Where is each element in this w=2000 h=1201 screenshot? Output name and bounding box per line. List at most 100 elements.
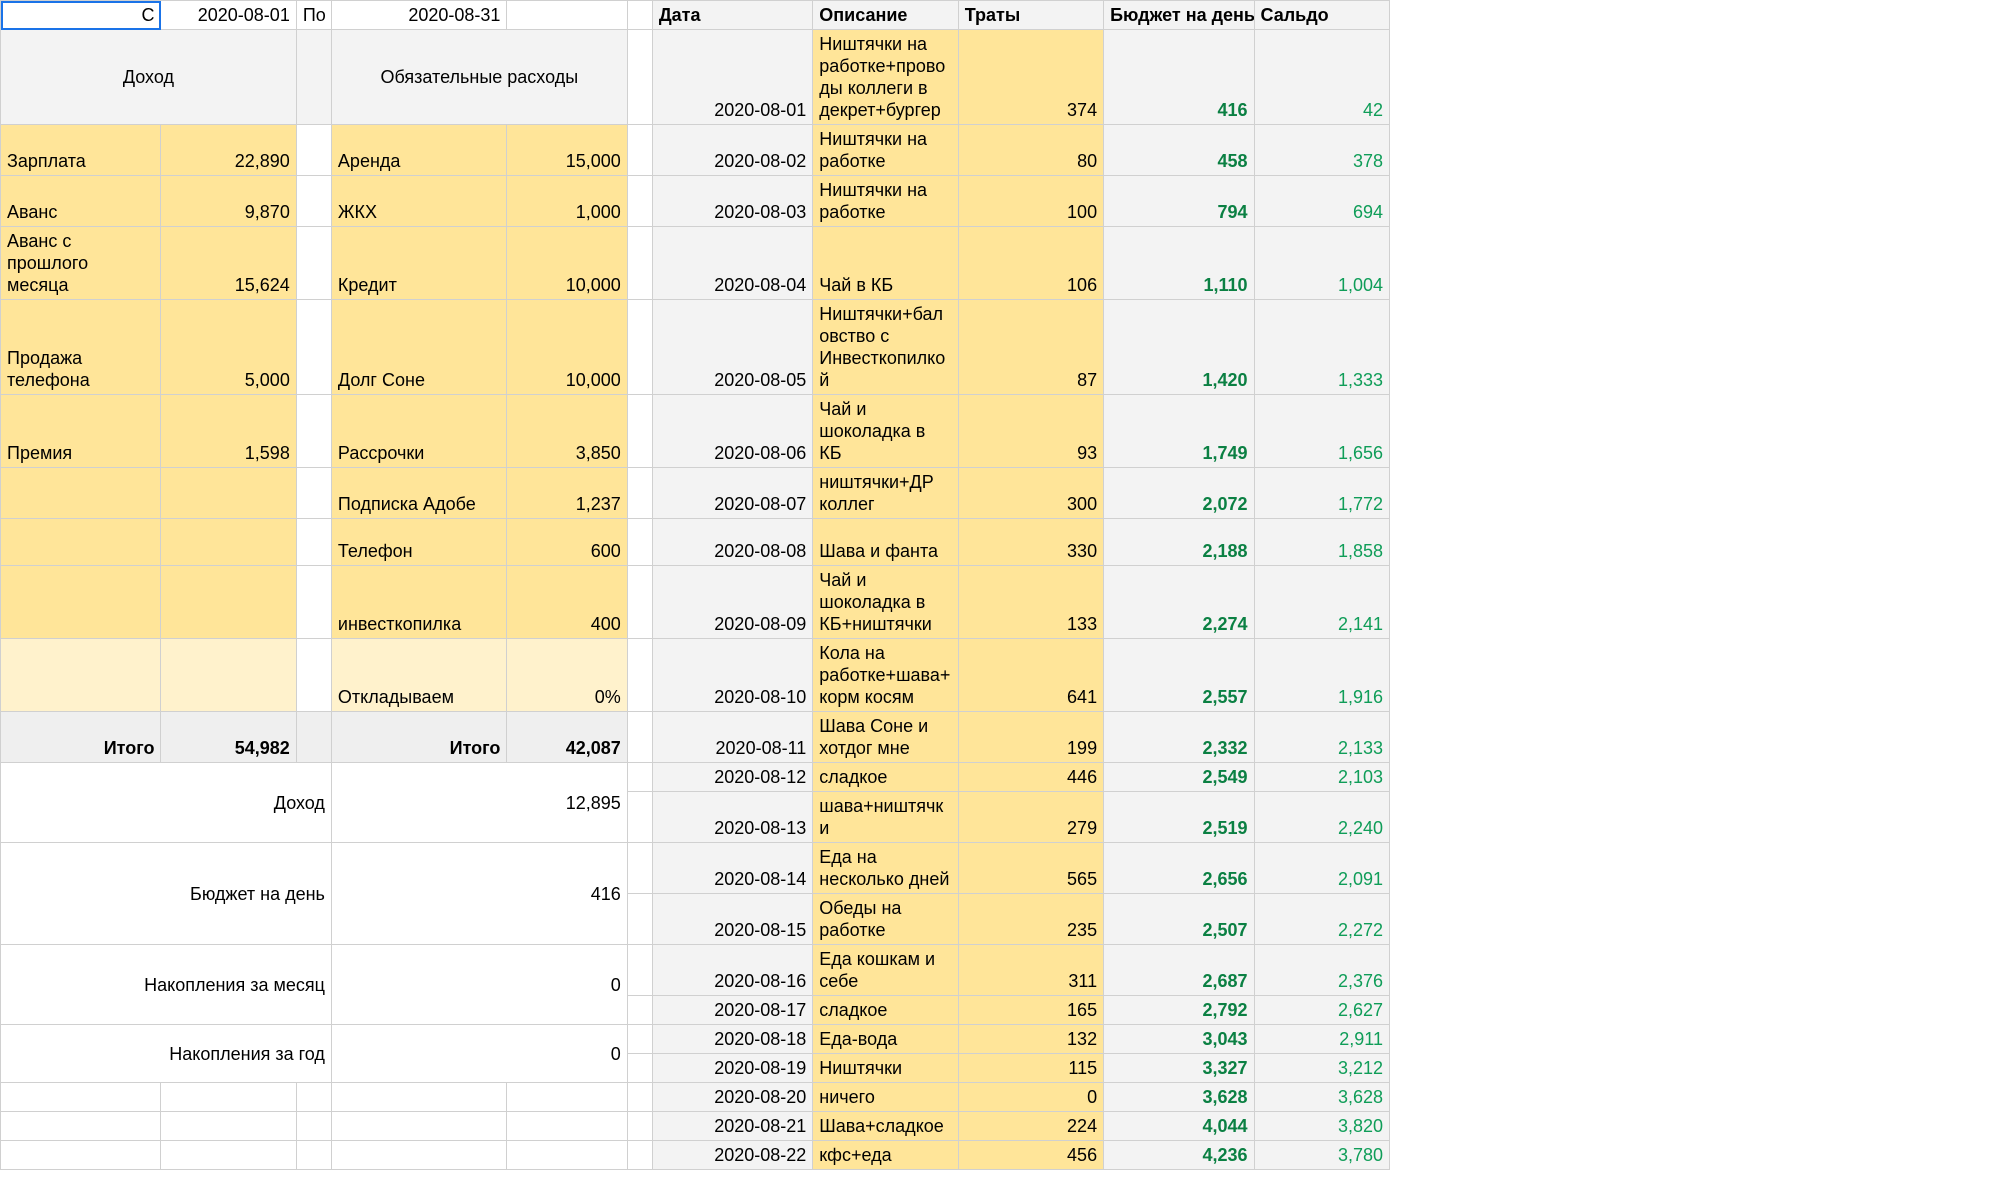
- log-balance[interactable]: 1,333: [1254, 300, 1389, 395]
- log-desc[interactable]: ништячки+ДР коллег: [813, 468, 958, 519]
- summary-label[interactable]: Накопления за год: [1, 1025, 332, 1083]
- mandatory-value[interactable]: 1,237: [507, 468, 627, 519]
- log-spend[interactable]: 374: [958, 30, 1103, 125]
- log-balance[interactable]: 378: [1254, 125, 1389, 176]
- summary-label[interactable]: Накопления за месяц: [1, 945, 332, 1025]
- log-date[interactable]: 2020-08-04: [652, 227, 812, 300]
- gap[interactable]: [627, 1141, 652, 1170]
- log-date[interactable]: 2020-08-01: [652, 30, 812, 125]
- log-date[interactable]: 2020-08-21: [652, 1112, 812, 1141]
- mandatory-label[interactable]: Откладываем: [331, 639, 507, 712]
- log-spend[interactable]: 446: [958, 763, 1103, 792]
- log-budget[interactable]: 2,557: [1104, 639, 1254, 712]
- mandatory-value[interactable]: 10,000: [507, 227, 627, 300]
- log-spend[interactable]: 0: [958, 1083, 1103, 1112]
- log-date[interactable]: 2020-08-16: [652, 945, 812, 996]
- log-budget[interactable]: 1,749: [1104, 395, 1254, 468]
- log-spend[interactable]: 87: [958, 300, 1103, 395]
- income-value[interactable]: [161, 566, 296, 639]
- log-budget[interactable]: 1,420: [1104, 300, 1254, 395]
- log-date[interactable]: 2020-08-09: [652, 566, 812, 639]
- log-budget[interactable]: 416: [1104, 30, 1254, 125]
- gap[interactable]: [627, 639, 652, 712]
- log-budget[interactable]: 794: [1104, 176, 1254, 227]
- blank[interactable]: [296, 468, 331, 519]
- log-spend[interactable]: 106: [958, 227, 1103, 300]
- log-balance[interactable]: 2,141: [1254, 566, 1389, 639]
- gap[interactable]: [627, 468, 652, 519]
- log-budget[interactable]: 3,043: [1104, 1025, 1254, 1054]
- log-spend[interactable]: 165: [958, 996, 1103, 1025]
- mandatory-value[interactable]: 3,850: [507, 395, 627, 468]
- gap[interactable]: [627, 566, 652, 639]
- log-spend[interactable]: 199: [958, 712, 1103, 763]
- summary-value[interactable]: 0: [331, 1025, 627, 1083]
- log-desc[interactable]: Чай и шоколадка в КБ: [813, 395, 958, 468]
- blank[interactable]: [296, 639, 331, 712]
- gap[interactable]: [627, 30, 652, 125]
- mandatory-header[interactable]: Обязательные расходы: [331, 30, 627, 125]
- log-spend[interactable]: 80: [958, 125, 1103, 176]
- blank[interactable]: [296, 176, 331, 227]
- log-date[interactable]: 2020-08-13: [652, 792, 812, 843]
- log-date[interactable]: 2020-08-14: [652, 843, 812, 894]
- gap[interactable]: [627, 1, 652, 30]
- log-budget[interactable]: 2,507: [1104, 894, 1254, 945]
- income-label[interactable]: Аванс с прошлого месяца: [1, 227, 161, 300]
- income-label[interactable]: [1, 468, 161, 519]
- hdr-date[interactable]: Дата: [652, 1, 812, 30]
- log-date[interactable]: 2020-08-11: [652, 712, 812, 763]
- log-spend[interactable]: 100: [958, 176, 1103, 227]
- log-spend[interactable]: 641: [958, 639, 1103, 712]
- hdr-desc[interactable]: Описание: [813, 1, 958, 30]
- blank[interactable]: [296, 566, 331, 639]
- log-budget[interactable]: 2,549: [1104, 763, 1254, 792]
- income-label[interactable]: [1, 639, 161, 712]
- income-label[interactable]: Зарплата: [1, 125, 161, 176]
- mandatory-label[interactable]: Аренда: [331, 125, 507, 176]
- blank[interactable]: [507, 1112, 627, 1141]
- log-spend[interactable]: 235: [958, 894, 1103, 945]
- log-desc[interactable]: ничего: [813, 1083, 958, 1112]
- log-desc[interactable]: Ништячки+баловство с Инвесткопилкой: [813, 300, 958, 395]
- log-date[interactable]: 2020-08-18: [652, 1025, 812, 1054]
- log-date[interactable]: 2020-08-08: [652, 519, 812, 566]
- log-spend[interactable]: 224: [958, 1112, 1103, 1141]
- gap[interactable]: [627, 125, 652, 176]
- income-label[interactable]: Аванс: [1, 176, 161, 227]
- blank[interactable]: [1, 1112, 161, 1141]
- log-spend[interactable]: 330: [958, 519, 1103, 566]
- log-budget[interactable]: 3,327: [1104, 1054, 1254, 1083]
- blank[interactable]: [296, 30, 331, 125]
- log-balance[interactable]: 2,091: [1254, 843, 1389, 894]
- income-total[interactable]: 54,982: [161, 712, 296, 763]
- log-desc[interactable]: Ништячки на работке: [813, 125, 958, 176]
- income-header[interactable]: Доход: [1, 30, 297, 125]
- summary-value[interactable]: 416: [331, 843, 627, 945]
- log-date[interactable]: 2020-08-22: [652, 1141, 812, 1170]
- log-balance[interactable]: 3,820: [1254, 1112, 1389, 1141]
- blank[interactable]: [1, 1083, 161, 1112]
- summary-value[interactable]: 0: [331, 945, 627, 1025]
- gap[interactable]: [627, 712, 652, 763]
- log-date[interactable]: 2020-08-20: [652, 1083, 812, 1112]
- blank[interactable]: [331, 1112, 507, 1141]
- mandatory-label[interactable]: Телефон: [331, 519, 507, 566]
- gap[interactable]: [627, 395, 652, 468]
- income-label[interactable]: Продажа телефона: [1, 300, 161, 395]
- blank[interactable]: [161, 1083, 296, 1112]
- log-date[interactable]: 2020-08-06: [652, 395, 812, 468]
- blank[interactable]: [507, 1141, 627, 1170]
- gap[interactable]: [627, 176, 652, 227]
- gap[interactable]: [627, 945, 652, 996]
- blank[interactable]: [296, 1141, 331, 1170]
- income-value[interactable]: 5,000: [161, 300, 296, 395]
- log-budget[interactable]: 4,236: [1104, 1141, 1254, 1170]
- mandatory-value[interactable]: 15,000: [507, 125, 627, 176]
- log-desc[interactable]: Еда-вода: [813, 1025, 958, 1054]
- log-balance[interactable]: 2,272: [1254, 894, 1389, 945]
- log-desc[interactable]: кфс+еда: [813, 1141, 958, 1170]
- blank[interactable]: [296, 300, 331, 395]
- log-desc[interactable]: сладкое: [813, 996, 958, 1025]
- log-spend[interactable]: 115: [958, 1054, 1103, 1083]
